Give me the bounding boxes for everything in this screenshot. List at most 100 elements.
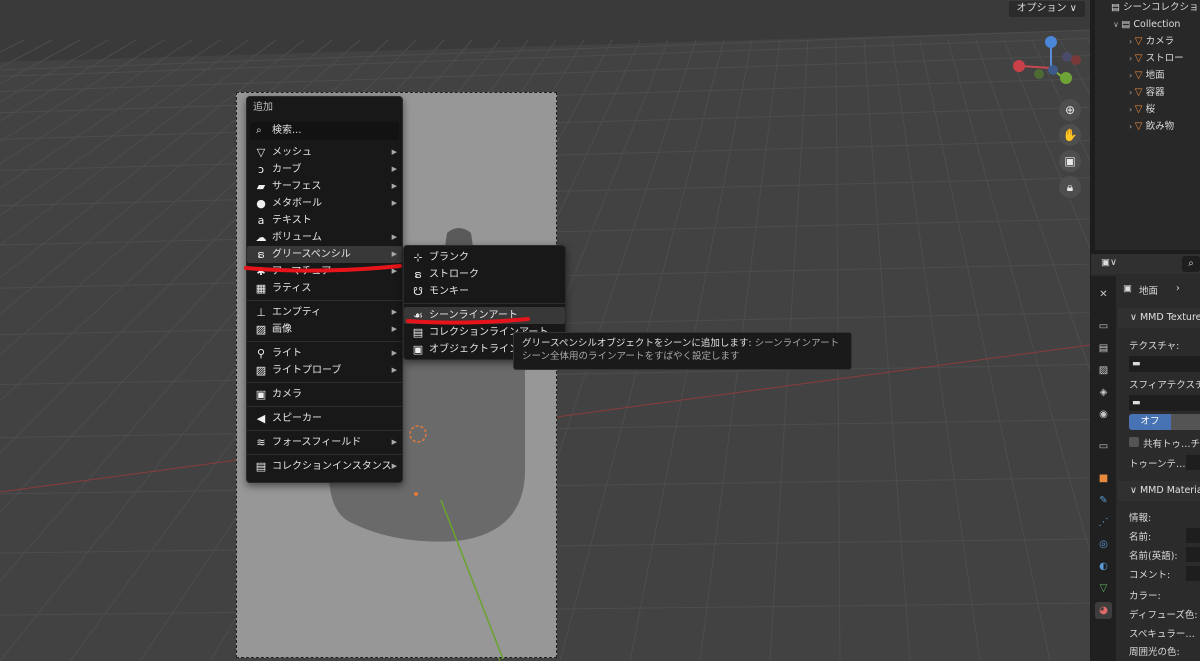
name-field[interactable] [1186, 528, 1200, 543]
menu-item-label: 画像 [272, 324, 292, 335]
menu-item-light-probe[interactable]: ▨ ライトプローブ ▶ [247, 362, 402, 379]
submenu-arrow-icon: ▶ [391, 165, 397, 173]
collection-instance-icon: ▤ [255, 460, 267, 473]
view-layer-tab-icon[interactable]: ▨ [1095, 362, 1112, 379]
search-label: 検索... [272, 125, 302, 136]
render-tab-icon[interactable]: ▭ [1095, 318, 1112, 335]
chevron-right-icon: › [1176, 283, 1180, 294]
search-icon[interactable]: ⌕ [1182, 256, 1200, 272]
collection-tab-icon[interactable]: ▭ [1095, 438, 1112, 455]
particles-tab-icon[interactable]: ⋰ [1095, 514, 1112, 531]
texture-field[interactable]: ▬ [1129, 356, 1200, 372]
properties-editor[interactable]: ▣∨ ⌕ ✕ ▭ ▤ ▨ ◈ ◉ ▭ ■ ✎ ⋰ ◎ ◐ ▽ ◕ ▣ 地面 › … [1091, 254, 1200, 661]
tooltip-hint: シーンラインアート [754, 338, 840, 349]
outliner-border [1091, 0, 1095, 250]
panel-mmd-material[interactable]: ∨ MMD Material [1118, 481, 1200, 501]
menu-item-label: フォースフィールド [272, 437, 362, 448]
menu-item-text[interactable]: a テキスト [247, 212, 402, 229]
diffuse-label: ディフューズ色: [1129, 610, 1198, 621]
color-label: カラー: [1129, 591, 1161, 602]
monkey-icon: ☋ [413, 285, 423, 298]
collection-row[interactable]: ∨ ▤ Collection [1113, 17, 1180, 33]
scene-tab-icon[interactable]: ◈ [1095, 384, 1112, 401]
menu-item-mesh[interactable]: ▽ メッシュ ▶ [247, 144, 402, 161]
menu-item-volume[interactable]: ☁ ボリューム ▶ [247, 229, 402, 246]
outliner-object-row[interactable]: › ▽ 桜 [1129, 102, 1155, 118]
physics-tab-icon[interactable]: ◎ [1095, 536, 1112, 553]
menu-item-surface[interactable]: ▰ サーフェス ▶ [247, 178, 402, 195]
menu-item-light[interactable]: ⚲ ライト ▶ [247, 345, 402, 362]
tooltip: グリースペンシルオブジェクトをシーンに追加します: シーンラインアート シーン全… [513, 332, 852, 370]
outliner-object-row[interactable]: › ▽ 容器 [1129, 85, 1165, 101]
image-icon: ▨ [255, 323, 267, 336]
menu-item-blank[interactable]: ⊹ ブランク [404, 249, 565, 266]
pan-hand-icon[interactable]: ✋ [1059, 124, 1081, 146]
object-icon: ▣ [1123, 283, 1132, 294]
menu-item-curve[interactable]: ɔ カーブ ▶ [247, 161, 402, 178]
menu-item-force-field[interactable]: ≋ フォースフィールド ▶ [247, 434, 402, 451]
mesh-icon: ▽ [256, 146, 266, 159]
world-tab-icon[interactable]: ◉ [1095, 406, 1112, 423]
outliner-object-row[interactable]: › ▽ 飲み物 [1129, 119, 1174, 135]
menu-item-image[interactable]: ▨ 画像 ▶ [247, 321, 402, 338]
ambient-label: 周囲光の色: [1129, 647, 1180, 658]
menu-item-label: テキスト [272, 215, 312, 226]
camera-view-icon[interactable]: ▣ [1059, 150, 1081, 172]
outliner-object-row[interactable]: › ▽ カメラ [1129, 34, 1174, 50]
tooltip-main: グリースペンシルオブジェクトをシーンに追加します: [522, 338, 755, 349]
menu-item-label: エンプティ [272, 307, 322, 318]
outliner-object-row[interactable]: › ▽ 地面 [1129, 68, 1165, 84]
force-field-icon: ≋ [256, 436, 266, 449]
curve-icon: ɔ [257, 163, 265, 176]
constraints-tab-icon[interactable]: ◐ [1095, 558, 1112, 575]
menu-separator [404, 303, 565, 304]
menu-item-label: モンキー [429, 286, 469, 297]
outliner[interactable]: ▤ シーンコレクション ∨ ▤ Collection › ▽ カメラ › ▽ スト… [1091, 0, 1200, 250]
modifier-tab-icon[interactable]: ✎ [1095, 492, 1112, 509]
navigation-gizmo[interactable] [1008, 30, 1088, 96]
material-tab-icon[interactable]: ◕ [1095, 602, 1112, 619]
menu-item-monkey[interactable]: ☋ モンキー [404, 283, 565, 300]
comment-field[interactable] [1186, 566, 1200, 581]
outliner-object-label: 桜 [1145, 104, 1156, 115]
collection-icon: ▤ [1111, 2, 1123, 13]
sphere-mode-toggle[interactable] [1171, 414, 1200, 430]
options-dropdown[interactable]: オプション ∨ [1007, 0, 1086, 18]
submenu-arrow-icon: ▶ [391, 366, 397, 374]
editor-type-icon[interactable]: ▣∨ [1101, 257, 1117, 268]
tool-tab-icon[interactable]: ✕ [1095, 286, 1112, 303]
toon-texture-field[interactable] [1186, 455, 1200, 470]
panel-mmd-texture[interactable]: ∨ MMD Texture [1118, 308, 1200, 328]
data-tab-icon[interactable]: ▽ [1095, 580, 1112, 597]
panel-title: MMD Material [1139, 485, 1200, 496]
zoom-icon[interactable]: ⊕ [1059, 99, 1081, 121]
submenu-arrow-icon: ▶ [391, 349, 397, 357]
menu-item-metaball[interactable]: ● メタボール ▶ [247, 195, 402, 212]
scene-collection-row[interactable]: ▤ シーンコレクション [1111, 0, 1200, 16]
outliner-object-row[interactable]: › ▽ ストロー [1129, 51, 1184, 67]
menu-item-lattice[interactable]: ▦ ラティス [247, 280, 402, 297]
lock-icon[interactable]: 🔒︎ [1059, 176, 1081, 198]
output-tab-icon[interactable]: ▤ [1095, 340, 1112, 357]
properties-tabs: ✕ ▭ ▤ ▨ ◈ ◉ ▭ ■ ✎ ⋰ ◎ ◐ ▽ ◕ [1091, 276, 1116, 661]
menu-item-speaker[interactable]: ◀ スピーカー [247, 410, 402, 427]
menu-item-stroke[interactable]: ຣ ストローク [404, 266, 565, 283]
volume-icon: ☁ [255, 231, 267, 244]
3d-viewport[interactable]: オプション ∨ ⊕ ✋ ▣ 🔒︎ 追加 ⌕ 検索... ▽ メッシュ ▶ ɔ カーブ ▶ ▰… [0, 0, 1090, 661]
menu-item-empty[interactable]: ⊥ エンプティ ▶ [247, 304, 402, 321]
name-en-field[interactable] [1186, 547, 1200, 562]
shared-toon-checkbox[interactable] [1129, 437, 1139, 447]
outliner-object-label: カメラ [1145, 36, 1175, 47]
add-menu: 追加 ⌕ 検索... ▽ メッシュ ▶ ɔ カーブ ▶ ▰ サーフェス ▶ ● メタボール ▶ a テキス… [246, 96, 403, 483]
toon-texture-label: トゥーンテ… [1129, 459, 1186, 470]
annotation-underline [244, 264, 402, 273]
object-icon: ▽ [1134, 70, 1146, 81]
menu-search[interactable]: ⌕ 検索... [250, 122, 399, 140]
menu-item-collection-instance[interactable]: ▤ コレクションインスタンス ▶ [247, 458, 402, 475]
menu-item-label: カーブ [272, 164, 302, 175]
sphere-texture-field[interactable]: ▬ [1129, 395, 1200, 411]
menu-item-camera[interactable]: ▣ カメラ [247, 386, 402, 403]
object-tab-icon[interactable]: ■ [1095, 470, 1112, 487]
name-en-label: 名前(英語): [1129, 551, 1178, 562]
sphere-off-toggle[interactable]: オフ [1129, 414, 1171, 430]
